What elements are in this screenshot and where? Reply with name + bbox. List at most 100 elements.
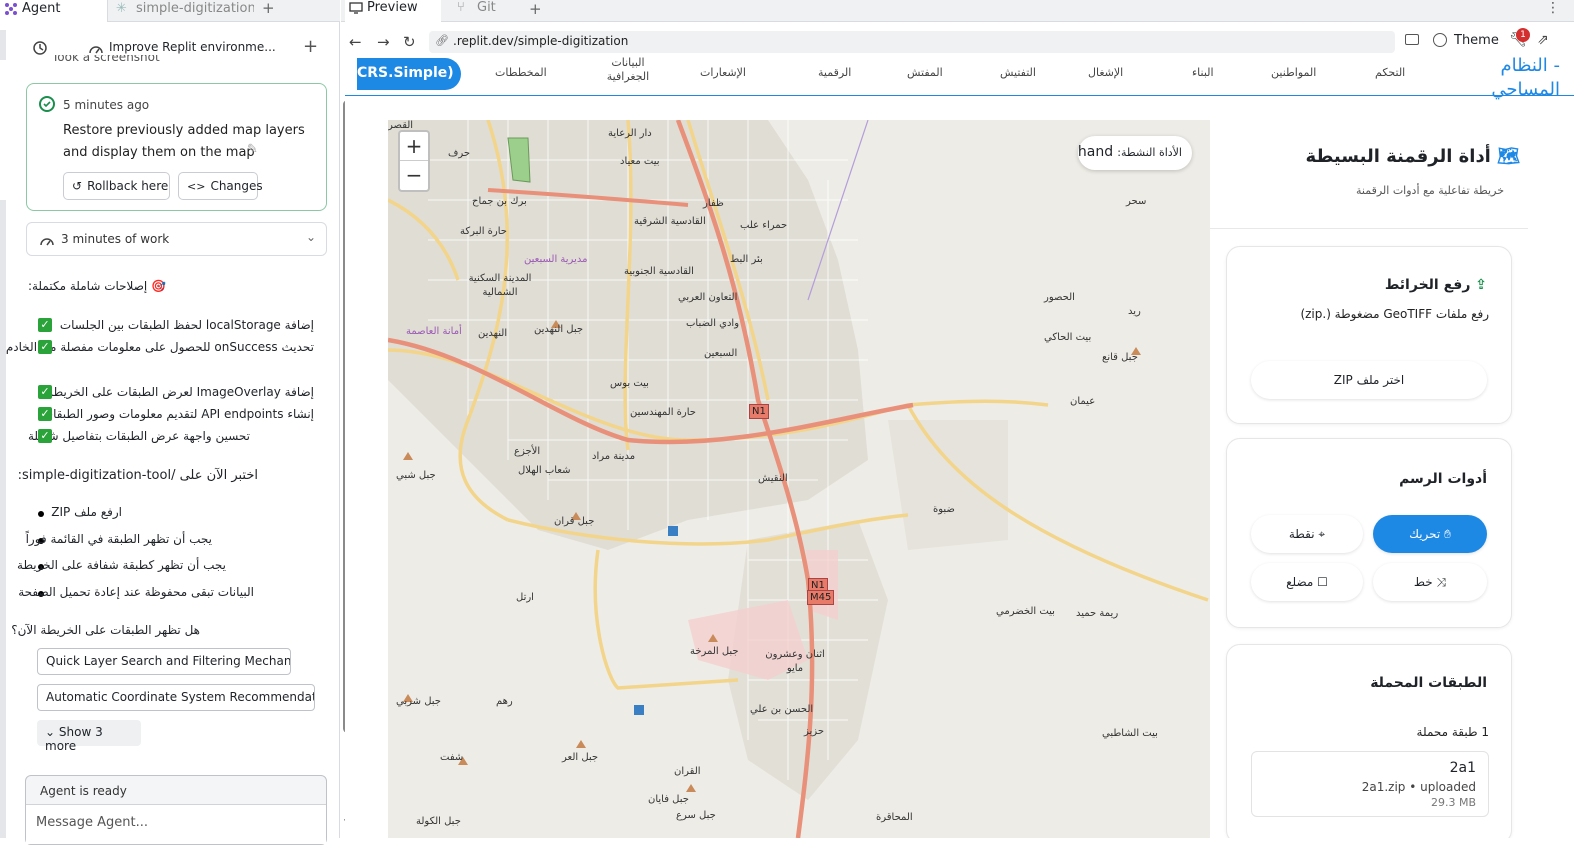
layer-count: 1 طبقة محملة (1416, 725, 1489, 739)
loaded-layers-card: الطبقات المحملة 1 طبقة محملة 2a1 2a1.zip… (1226, 644, 1512, 838)
layer-item[interactable]: 2a1 2a1.zip • uploaded 29.3 MB (1251, 751, 1489, 817)
rollback-label: Rollback here (87, 179, 169, 193)
point-tool-label: نقطة (1288, 527, 1315, 541)
place-label: بيت معياد (620, 156, 660, 167)
changes-label: Changes (210, 179, 263, 193)
road-shield: N1 (749, 404, 769, 419)
external-link-icon[interactable]: ⇗ (1537, 32, 1549, 48)
work-summary-label: 3 minutes of work (61, 232, 170, 246)
line-tool-label: خط (1413, 575, 1433, 589)
line-tool-button[interactable]: ⤨ خط (1373, 563, 1487, 601)
zoom-in-button[interactable]: + (400, 132, 428, 161)
tab-agent[interactable]: Agent (0, 0, 108, 22)
tab-file[interactable]: ✳ simple-digitization-t (110, 0, 254, 22)
bullet-item: البيانات تبقى محفوظة عند إعادة تحميل الص… (18, 585, 254, 599)
crs-badge[interactable]: CRS.Simple) (357, 58, 461, 90)
nav-item[interactable]: المواطنين (1271, 66, 1316, 79)
place-label: بيت بوس (610, 378, 649, 389)
place-label: ظفار (703, 198, 724, 209)
site-brand[interactable]: - النظام المساحي (1440, 56, 1560, 102)
rollback-button[interactable]: ↺ Rollback here (63, 172, 170, 200)
message-input[interactable]: Message Agent... (26, 804, 326, 844)
devices-icon[interactable] (1405, 34, 1419, 45)
tab-preview-label: Preview (367, 0, 418, 15)
theme-button[interactable]: Theme (1454, 33, 1499, 48)
active-tool-label: الأداة النشطة: (1117, 146, 1182, 159)
nav-item[interactable]: الإشعارات (700, 66, 746, 79)
sidebar-gutter (0, 30, 6, 60)
check-row: تحسين واجهة عرض الطبقات بتفاصيل شاملة (28, 429, 250, 443)
place-label: مديرية السبعين (524, 254, 588, 265)
pin-icon: ⌖ (1318, 527, 1326, 541)
nav-item[interactable]: الإشغال (1088, 66, 1123, 79)
chevron-down-icon: ⌄ (305, 230, 316, 244)
zoom-out-button[interactable]: − (400, 161, 428, 190)
check-circle-icon (39, 96, 55, 112)
place-label: بيت الخضرمي (996, 606, 1055, 617)
suggestion-chip[interactable]: Quick Layer Search and Filtering Mechani… (37, 648, 291, 675)
checkpoint-message: Restore previously added map layers and … (63, 123, 305, 160)
place-label: جبل النهدين (534, 324, 584, 335)
place-label: ريد (1128, 306, 1141, 317)
check-text: تحديث onSuccess للحصول على معلومات مفصلة… (5, 340, 314, 354)
point-tool-button[interactable]: ⌖ نقطة (1251, 515, 1363, 553)
place-label: جبل شربي (396, 696, 441, 707)
palette-icon[interactable] (1433, 33, 1447, 47)
place-label: وادي الضباب (686, 318, 740, 329)
place-label: شفت (440, 752, 464, 763)
place-label: ضبوة (933, 504, 955, 515)
place-label: جبل قانع (1102, 352, 1138, 363)
kebab-menu-icon[interactable]: ⋮ (1546, 0, 1560, 16)
place-label: النهدين (478, 328, 508, 339)
monitor-icon (349, 2, 363, 14)
tab-git[interactable]: ⑂ Git (445, 0, 515, 22)
check-row: تحديث onSuccess للحصول على معلومات مفصلة… (6, 340, 314, 354)
nav-item[interactable]: البيانات الجغرافية (603, 56, 653, 84)
nav-item[interactable]: التفتيش (1000, 66, 1036, 79)
nav-item[interactable]: البناء (1192, 66, 1214, 79)
side-panel: 🗺︎ أداة الرقمنة البسيطة خريطة تفاعلية مع… (1210, 120, 1528, 838)
active-tool-indicator: الأداة النشطة: hand (1078, 136, 1192, 170)
choose-zip-button[interactable]: اختر ملف ZIP (1251, 361, 1487, 399)
new-tab-plus-icon[interactable]: + (529, 0, 542, 18)
agent-panel: Agent ✳ simple-digitization-t + Improve … (0, 0, 340, 845)
history-icon[interactable] (32, 40, 48, 56)
improve-environment-button[interactable]: Improve Replit environme... (109, 40, 276, 54)
move-tool-button[interactable]: ✋︎ تحريك (1373, 515, 1487, 553)
polygon-tool-button[interactable]: ☐ مضلع (1251, 563, 1363, 601)
place-label: عيمان (1070, 396, 1096, 407)
check-row: إنشاء API endpoints لتقديم معلومات وصور … (38, 407, 314, 421)
checkpoint-card: 5 minutes ago Restore previously added m… (26, 83, 327, 211)
forward-arrow-icon[interactable]: → (377, 33, 390, 51)
gauge-icon (40, 238, 54, 246)
polyline-icon: ⤨ (1436, 575, 1447, 589)
urban-area (888, 420, 1008, 550)
reload-icon[interactable]: ↻ (403, 33, 416, 51)
nav-item[interactable]: المفتش (907, 66, 943, 79)
place-label: حارة المهندسين (630, 407, 696, 418)
app-preview: CRS.Simple) المخططات البيانات الجغرافية … (345, 56, 1574, 838)
bullet-dot (38, 511, 44, 517)
layer-size: 29.3 MB (1430, 796, 1476, 809)
nav-item[interactable]: الرقمية (818, 66, 851, 79)
check-text: إنشاء API endpoints لتقديم معلومات وصور … (41, 407, 314, 421)
upload-icon: ⇪ (1475, 277, 1487, 293)
drawing-tools-card: أدوات الرسم ✋︎ تحريك ⌖ نقطة ⤨ خط ☐ مضلع (1226, 438, 1512, 628)
changes-button[interactable]: <> Changes (178, 172, 263, 200)
place-label: جبل العر (562, 752, 599, 763)
nav-item[interactable]: التحكم (1375, 66, 1405, 79)
pencil-icon[interactable]: ✎ (247, 142, 258, 157)
check-row: إضافة localStorage لحفظ الطبقات بين الجل… (38, 318, 314, 332)
suggestion-chip[interactable]: Automatic Coordinate System Recommendati… (37, 684, 315, 711)
new-chat-plus-icon[interactable]: + (303, 36, 318, 57)
map-canvas[interactable] (388, 120, 1210, 838)
divider (1210, 228, 1528, 229)
new-tab-plus-icon[interactable]: + (262, 0, 282, 22)
back-arrow-icon[interactable]: ← (349, 33, 362, 51)
nav-item[interactable]: المخططات (495, 66, 547, 79)
url-field[interactable]: 🔗︎ .replit.dev/simple-digitization (429, 31, 1395, 53)
show-more-button[interactable]: ⌄ Show 3 more (37, 720, 141, 753)
work-summary-toggle[interactable]: 3 minutes of work ⌄ (26, 222, 327, 256)
map-view[interactable]: دار الرعاية بيت معياد ظفار برك بن جماح ا… (388, 120, 1210, 838)
tab-preview[interactable]: Preview (345, 0, 441, 22)
